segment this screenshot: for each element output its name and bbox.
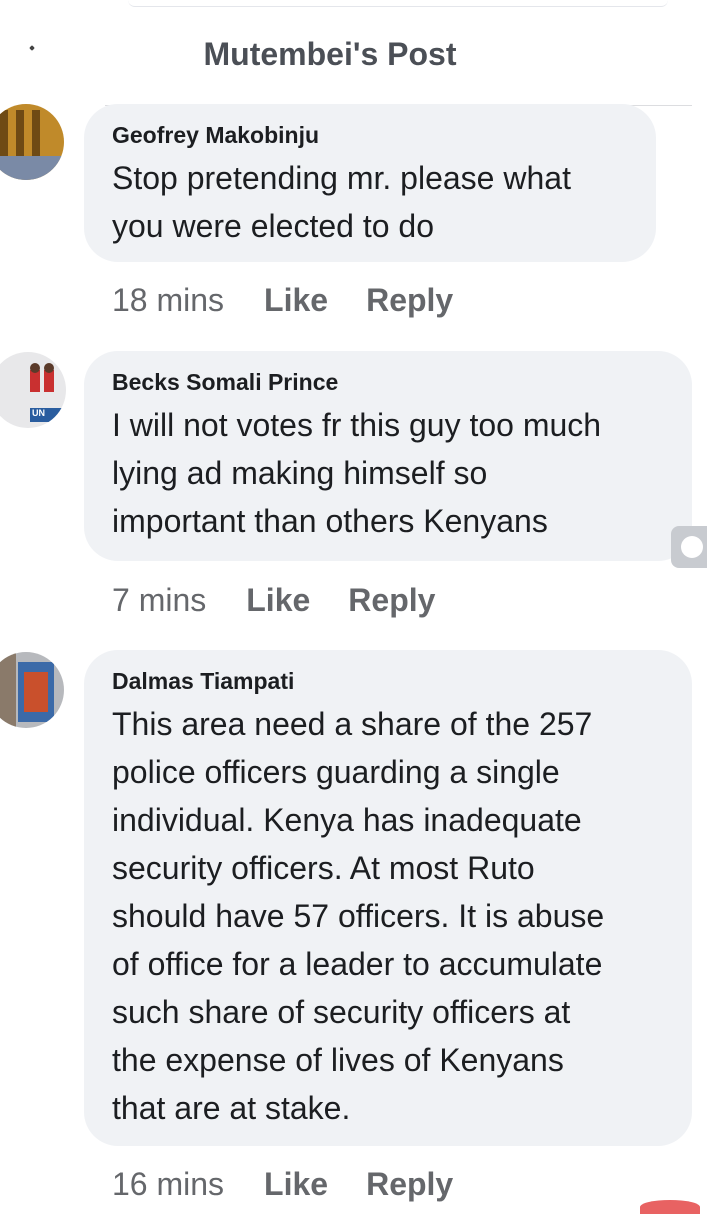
avatar[interactable] xyxy=(0,652,64,728)
comment-author[interactable]: Becks Somali Prince xyxy=(112,369,692,397)
comment-bubble: Geofrey Makobinju Stop pretending mr. pl… xyxy=(84,104,656,262)
comment-timestamp[interactable]: 18 mins xyxy=(112,282,224,318)
reaction-fragment xyxy=(640,1200,700,1214)
chat-head-icon xyxy=(681,536,703,558)
comment-timestamp[interactable]: 7 mins xyxy=(112,582,206,618)
comment-author[interactable]: Geofrey Makobinju xyxy=(112,122,656,150)
like-button[interactable]: Like xyxy=(264,1166,328,1202)
reply-button[interactable]: Reply xyxy=(348,582,435,618)
comment-bubble: Becks Somali Prince I will not votes fr … xyxy=(84,351,692,561)
reply-button[interactable]: Reply xyxy=(366,1166,453,1202)
comment-bubble: Dalmas Tiampati This area need a share o… xyxy=(84,650,692,1146)
comment-actions: 18 mins Like Reply xyxy=(112,282,491,319)
comment-author[interactable]: Dalmas Tiampati xyxy=(112,668,692,696)
comment-text: Stop pretending mr. please what you were… xyxy=(112,159,571,244)
chat-head-handle[interactable] xyxy=(671,526,707,568)
like-button[interactable]: Like xyxy=(246,582,310,618)
reply-button[interactable]: Reply xyxy=(366,282,453,318)
comment-actions: 7 mins Like Reply xyxy=(112,582,473,619)
post-header: Mutembei's Post xyxy=(0,0,707,106)
avatar[interactable]: UN xyxy=(0,352,66,428)
comment-timestamp[interactable]: 16 mins xyxy=(112,1166,224,1202)
like-button[interactable]: Like xyxy=(264,282,328,318)
page-title: Mutembei's Post xyxy=(203,36,457,72)
comment-actions: 16 mins Like Reply xyxy=(112,1166,491,1203)
comment-text: This area need a share of the 257 police… xyxy=(112,705,605,1126)
avatar[interactable] xyxy=(0,104,64,180)
avatar-badge-text: UN xyxy=(32,408,45,418)
comment-text: I will not votes fr this guy too much ly… xyxy=(112,406,602,539)
